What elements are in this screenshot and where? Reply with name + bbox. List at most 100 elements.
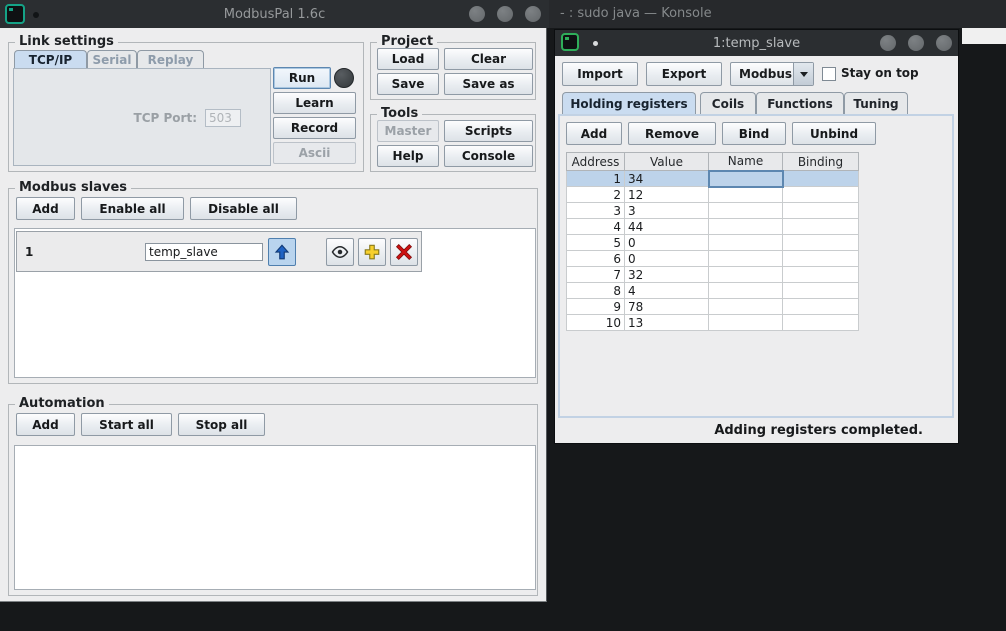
register-row[interactable]: 978 [567, 299, 859, 315]
automations-list[interactable] [14, 445, 536, 590]
register-cell-value[interactable]: 0 [625, 235, 709, 251]
register-cell-value[interactable]: 12 [625, 187, 709, 203]
scripts-button[interactable]: Scripts [444, 120, 533, 142]
slave-name-input[interactable] [145, 243, 263, 261]
register-cell-value[interactable]: 44 [625, 219, 709, 235]
col-header-binding[interactable]: Binding [783, 153, 859, 171]
slave-delete-button[interactable] [390, 238, 418, 266]
register-cell-value[interactable]: 3 [625, 203, 709, 219]
stay-on-top-checkbox[interactable] [822, 67, 836, 81]
register-cell-name[interactable] [709, 299, 783, 315]
register-cell-value[interactable]: 32 [625, 267, 709, 283]
slave-maximize-button[interactable] [908, 35, 924, 51]
tab-coils[interactable]: Coils [700, 92, 756, 114]
register-cell-binding[interactable] [783, 267, 859, 283]
tab-functions[interactable]: Functions [756, 92, 844, 114]
register-add-button[interactable]: Add [566, 122, 622, 145]
register-row[interactable]: 134 [567, 171, 859, 187]
register-cell-name[interactable] [709, 235, 783, 251]
register-cell-binding[interactable] [783, 219, 859, 235]
register-row[interactable]: 444 [567, 219, 859, 235]
export-button[interactable]: Export [646, 62, 722, 86]
register-cell-value[interactable]: 34 [625, 171, 709, 187]
load-button[interactable]: Load [377, 48, 439, 70]
tab-serial[interactable]: Serial [87, 50, 137, 68]
register-unbind-button[interactable]: Unbind [792, 122, 876, 145]
tcp-port-input[interactable] [205, 109, 241, 127]
master-button[interactable]: Master [377, 120, 439, 142]
register-cell-address[interactable]: 5 [567, 235, 625, 251]
tab-tcpip[interactable]: TCP/IP [14, 50, 87, 68]
register-cell-address[interactable]: 9 [567, 299, 625, 315]
register-cell-binding[interactable] [783, 235, 859, 251]
register-cell-address[interactable]: 3 [567, 203, 625, 219]
register-row[interactable]: 732 [567, 267, 859, 283]
ascii-button[interactable]: Ascii [273, 142, 356, 164]
register-cell-address[interactable]: 10 [567, 315, 625, 331]
console-button[interactable]: Console [444, 145, 533, 167]
slave-duplicate-button[interactable] [358, 238, 386, 266]
col-header-address[interactable]: Address [567, 153, 625, 171]
register-cell-name[interactable] [709, 315, 783, 331]
register-cell-name[interactable] [709, 283, 783, 299]
register-cell-address[interactable]: 2 [567, 187, 625, 203]
register-row[interactable]: 50 [567, 235, 859, 251]
implementation-dropdown[interactable]: Modbus [730, 62, 814, 86]
register-row[interactable]: 212 [567, 187, 859, 203]
register-cell-address[interactable]: 1 [567, 171, 625, 187]
col-header-value[interactable]: Value [625, 153, 709, 171]
slave-minimize-button[interactable] [880, 35, 896, 51]
chevron-down-icon[interactable] [793, 63, 813, 85]
register-cell-address[interactable]: 7 [567, 267, 625, 283]
slave-window-titlebar[interactable]: 1:temp_slave [555, 30, 958, 56]
register-row[interactable]: 1013 [567, 315, 859, 331]
run-button[interactable]: Run [273, 67, 331, 89]
register-cell-name[interactable] [709, 267, 783, 283]
close-button[interactable] [525, 6, 541, 22]
slave-enable-toggle[interactable] [268, 238, 296, 266]
register-cell-value[interactable]: 4 [625, 283, 709, 299]
register-cell-binding[interactable] [783, 251, 859, 267]
register-remove-button[interactable]: Remove [628, 122, 716, 145]
main-titlebar[interactable]: ModbusPal 1.6c [0, 0, 549, 28]
register-cell-value[interactable]: 78 [625, 299, 709, 315]
register-row[interactable]: 60 [567, 251, 859, 267]
register-cell-address[interactable]: 6 [567, 251, 625, 267]
register-cell-binding[interactable] [783, 283, 859, 299]
register-cell-name[interactable] [709, 187, 783, 203]
register-cell-binding[interactable] [783, 187, 859, 203]
register-cell-name[interactable] [709, 219, 783, 235]
register-cell-binding[interactable] [783, 171, 859, 187]
help-button[interactable]: Help [377, 145, 439, 167]
save-as-button[interactable]: Save as [444, 73, 533, 95]
learn-button[interactable]: Learn [273, 92, 356, 114]
start-all-button[interactable]: Start all [81, 413, 172, 436]
save-button[interactable]: Save [377, 73, 439, 95]
register-cell-address[interactable]: 8 [567, 283, 625, 299]
slave-add-button[interactable]: Add [16, 197, 75, 220]
register-cell-binding[interactable] [783, 203, 859, 219]
registers-table[interactable]: Address Value Name Binding 1342123344450… [566, 152, 859, 331]
register-cell-binding[interactable] [783, 299, 859, 315]
record-button[interactable]: Record [273, 117, 356, 139]
register-row[interactable]: 84 [567, 283, 859, 299]
slave-close-button[interactable] [936, 35, 952, 51]
stop-all-button[interactable]: Stop all [178, 413, 265, 436]
disable-all-button[interactable]: Disable all [190, 197, 297, 220]
col-header-name[interactable]: Name [709, 153, 783, 171]
clear-button[interactable]: Clear [444, 48, 533, 70]
register-cell-value[interactable]: 0 [625, 251, 709, 267]
slave-row[interactable]: 1 [16, 231, 422, 272]
minimize-button[interactable] [469, 6, 485, 22]
register-cell-name[interactable] [709, 171, 783, 187]
enable-all-button[interactable]: Enable all [81, 197, 184, 220]
maximize-button[interactable] [497, 6, 513, 22]
register-cell-name[interactable] [709, 251, 783, 267]
register-cell-name[interactable] [709, 203, 783, 219]
automation-add-button[interactable]: Add [16, 413, 75, 436]
konsole-titlebar[interactable]: - : sudo java — Konsole [549, 0, 1006, 28]
register-bind-button[interactable]: Bind [722, 122, 786, 145]
register-cell-value[interactable]: 13 [625, 315, 709, 331]
tab-holding-registers[interactable]: Holding registers [562, 92, 696, 114]
tab-tuning[interactable]: Tuning [844, 92, 908, 114]
